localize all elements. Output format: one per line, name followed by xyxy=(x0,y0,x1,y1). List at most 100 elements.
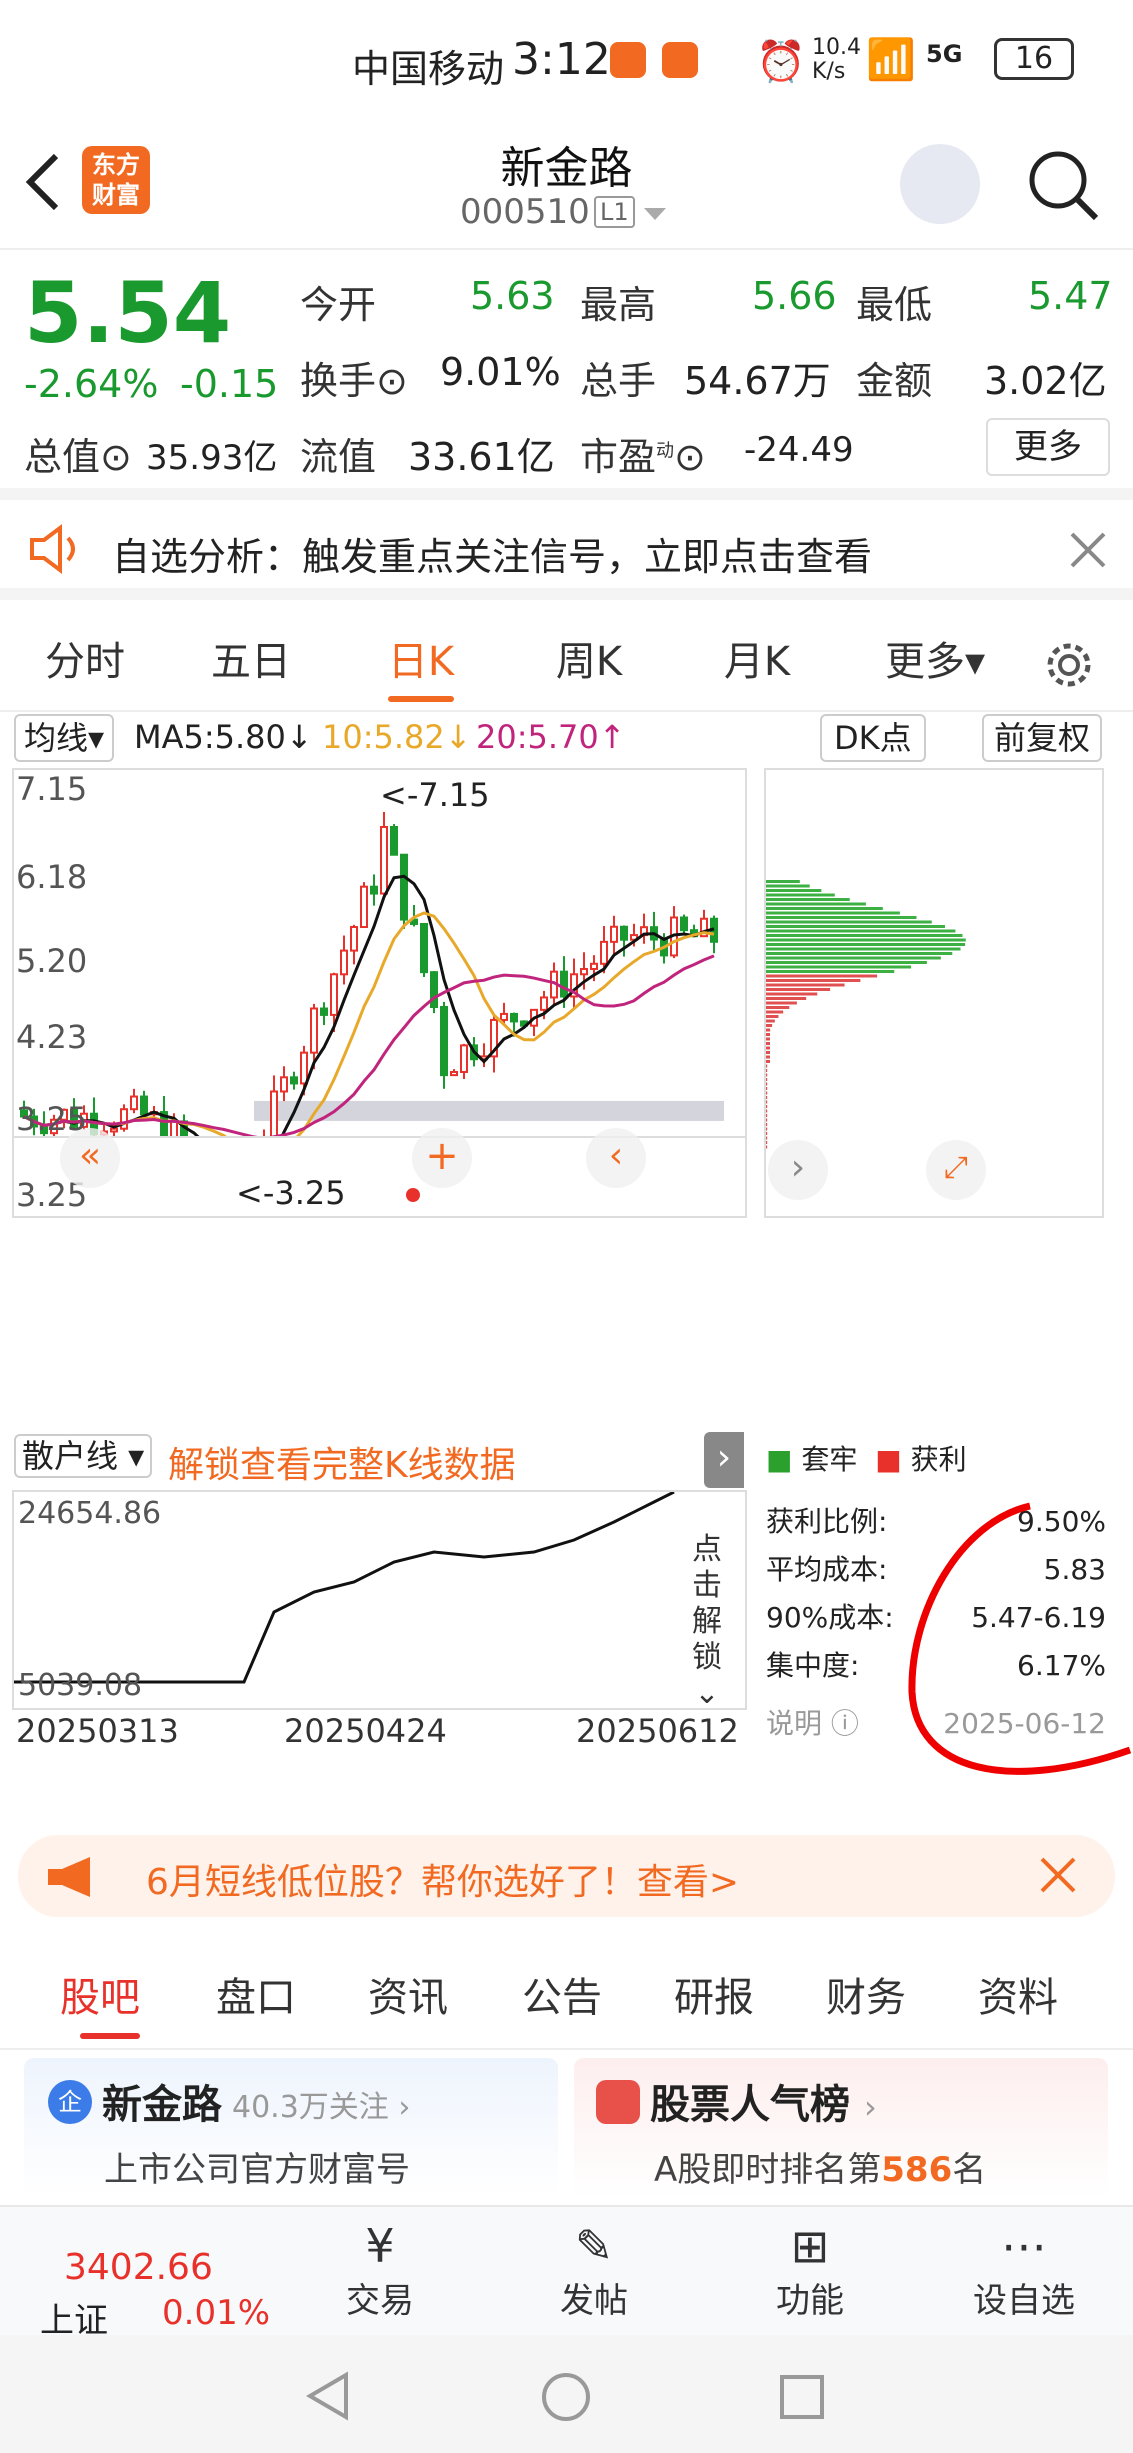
candle-body xyxy=(140,1095,148,1116)
scroll-right-icon[interactable]: › xyxy=(768,1140,828,1200)
candle-body xyxy=(620,925,628,941)
stock-code: 000510 xyxy=(460,192,590,232)
ranking-icon xyxy=(596,2080,640,2124)
candle-panel[interactable]: 7.15 6.18 5.20 4.23 3.25 <-7.15 xyxy=(12,768,747,1138)
chip-bar xyxy=(766,1145,768,1149)
chip-bar xyxy=(766,1055,770,1059)
system-home-icon[interactable] xyxy=(540,2371,592,2423)
robot-avatar-icon[interactable] xyxy=(900,144,980,224)
nav-functions[interactable]: ⊞ 功能 xyxy=(740,2207,880,2322)
dropdown-icon[interactable] xyxy=(644,208,666,222)
tab-five-day[interactable]: 五日 xyxy=(186,612,316,712)
mktcap-label: 总值⊙ xyxy=(24,435,132,479)
candle-body xyxy=(270,1090,278,1136)
nav-add-watchlist[interactable]: ⋯ 设自选 xyxy=(954,2207,1094,2322)
feature-cards: 企 新金路 40.3万关注 › 上市公司官方财富号 股票人气榜 › A股即时排名… xyxy=(0,2050,1133,2205)
index-value[interactable]: 3402.66 xyxy=(64,2247,213,2288)
system-recents-icon[interactable] xyxy=(778,2373,826,2421)
expand-arrow-icon[interactable]: › xyxy=(704,1432,744,1488)
close-icon[interactable] xyxy=(1040,1857,1076,1893)
high-value: 5.66 xyxy=(752,274,837,318)
chip-bar xyxy=(766,1046,770,1050)
battery-icon: 16 xyxy=(994,38,1074,80)
nav-trade[interactable]: ¥ 交易 xyxy=(310,2207,450,2322)
chip-bar xyxy=(766,979,861,982)
chip-bar xyxy=(766,988,831,991)
turnover-label: 换手⊙ xyxy=(300,359,408,403)
system-back-icon[interactable] xyxy=(306,2371,350,2421)
chip-bar xyxy=(766,1078,768,1081)
chip-legend: ■ 套牢 ■ 获利 xyxy=(766,1443,967,1476)
candle-body xyxy=(110,1127,118,1133)
sub-indicator-toggle[interactable]: 散户线 ▾ xyxy=(14,1434,153,1478)
tab-profile[interactable]: 资料 xyxy=(978,1965,1058,2023)
candle-body xyxy=(610,925,618,943)
more-button[interactable]: 更多 xyxy=(986,418,1110,476)
system-nav-bar xyxy=(0,2335,1133,2453)
signal-notice[interactable]: 自选分析：触发重点关注信号，立即点击查看 xyxy=(0,500,1133,600)
index-pct[interactable]: 0.01% xyxy=(162,2293,270,2333)
chip-bar xyxy=(766,880,800,883)
candle-body xyxy=(360,885,368,929)
tab-more[interactable]: 更多▾ xyxy=(870,612,1000,712)
more-dots-icon: ⋯ xyxy=(1001,2219,1047,2273)
chip-bar xyxy=(766,997,807,1000)
hand-drawn-circle-annotation xyxy=(908,1502,1132,1775)
promo-banner[interactable]: 6月短线低位股？帮你选好了！查看> xyxy=(18,1835,1115,1917)
candle-body xyxy=(400,853,408,921)
float-label: 流值 xyxy=(300,435,377,479)
tab-research[interactable]: 研报 xyxy=(674,1965,754,2023)
candle-body xyxy=(420,922,428,974)
follow-count: 40.3万关注 › xyxy=(232,2090,411,2125)
change-amount: -0.15 xyxy=(180,362,279,406)
zoom-in-icon[interactable]: + xyxy=(412,1128,472,1188)
tab-weekly-k[interactable]: 周K xyxy=(524,612,654,712)
chip-bar xyxy=(766,1028,771,1032)
candle-body xyxy=(370,885,378,895)
pe-value: -24.49 xyxy=(744,430,854,470)
tab-pankou[interactable]: 盘口 xyxy=(216,1965,296,2023)
nav-post[interactable]: ✎ 发帖 xyxy=(524,2207,664,2322)
company-card[interactable]: 企 新金路 40.3万关注 › 上市公司官方财富号 xyxy=(24,2058,558,2198)
chip-bar xyxy=(766,1060,770,1063)
chip-bar xyxy=(766,902,866,906)
candlestick-plot xyxy=(20,811,724,1136)
volume-value: 54.67万 xyxy=(684,359,831,403)
low-marker: <-3.25 xyxy=(236,1174,346,1212)
chip-bar xyxy=(766,1037,770,1041)
chip-distribution-panel: › ⤢ xyxy=(764,768,1104,1218)
candle-body xyxy=(380,825,388,895)
tab-news[interactable]: 资讯 xyxy=(368,1965,448,2023)
event-dot[interactable] xyxy=(406,1188,420,1202)
unlock-link[interactable]: 解锁查看完整K线数据 xyxy=(168,1436,516,1488)
chip-bar xyxy=(766,1001,797,1005)
tab-announcements[interactable]: 公告 xyxy=(522,1965,602,2023)
tab-monthly-k[interactable]: 月K xyxy=(692,612,822,712)
y-tick-1: 7.15 xyxy=(16,770,88,808)
dk-point-button[interactable]: DK点 xyxy=(820,714,926,762)
wifi-icon: 📶 xyxy=(866,37,916,83)
popularity-card[interactable]: 股票人气榜 › A股即时排名第586名 xyxy=(574,2058,1108,2198)
high-marker: <-7.15 xyxy=(380,776,490,814)
tab-intraday[interactable]: 分时 xyxy=(20,612,150,712)
speaker-icon xyxy=(30,524,75,574)
scroll-left-fast-icon[interactable]: « xyxy=(60,1128,120,1188)
nav-label: 设自选 xyxy=(973,2281,1075,2321)
amount-value: 3.02亿 xyxy=(984,359,1107,403)
chip-bar xyxy=(766,929,956,933)
x-tick-3: 20250612 xyxy=(576,1712,739,1750)
click-unlock-side[interactable]: 点击解锁 ⌄ xyxy=(682,1532,732,1712)
search-icon[interactable] xyxy=(1026,148,1100,222)
settings-gear-icon[interactable] xyxy=(1044,640,1094,690)
app-notification-icon xyxy=(610,42,646,78)
adjust-button[interactable]: 前复权 xyxy=(982,714,1103,762)
tab-finance[interactable]: 财务 xyxy=(826,1965,906,2023)
last-price: 5.54 xyxy=(24,264,232,362)
tab-guba[interactable]: 股吧 xyxy=(60,1965,140,2023)
scroll-left-icon[interactable]: ‹ xyxy=(586,1128,646,1188)
ma-toggle[interactable]: 均线▾ xyxy=(14,714,115,762)
fullscreen-icon[interactable]: ⤢ xyxy=(926,1140,986,1200)
chip-bar xyxy=(766,1064,768,1068)
chip-bar xyxy=(766,907,883,910)
close-icon[interactable] xyxy=(1070,532,1106,568)
